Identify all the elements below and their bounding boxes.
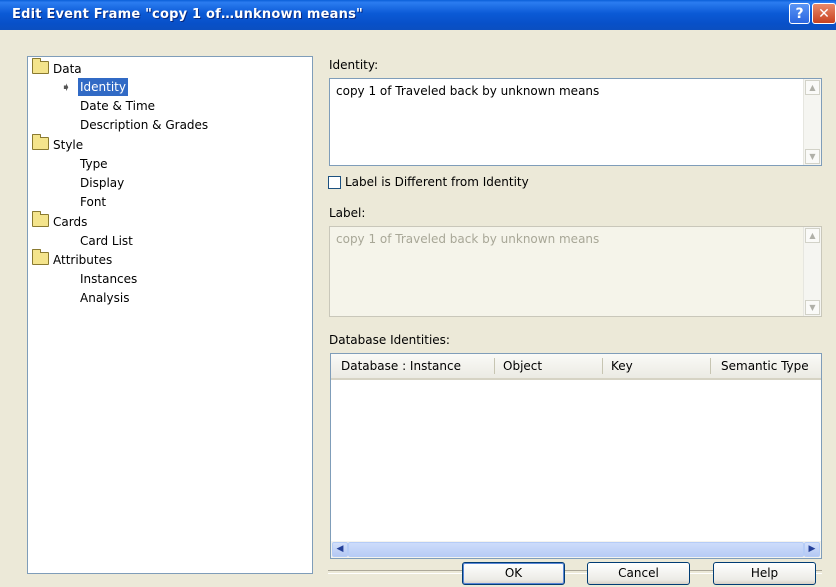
tree-item-instances[interactable]: Instances bbox=[80, 270, 137, 288]
scroll-left-icon[interactable]: ◀ bbox=[332, 542, 348, 557]
folder-icon bbox=[32, 134, 49, 150]
tree-item-display[interactable]: Display bbox=[80, 174, 124, 192]
close-button[interactable]: ✕ bbox=[812, 3, 836, 24]
identity-textarea[interactable]: copy 1 of Traveled back by unknown means… bbox=[329, 78, 822, 166]
scroll-up-icon[interactable]: ▲ bbox=[805, 80, 820, 95]
title-bar[interactable]: Edit Event Frame "copy 1 of…unknown mean… bbox=[0, 0, 836, 30]
tree-group-label: Cards bbox=[53, 215, 88, 229]
folder-icon bbox=[32, 58, 49, 74]
dialog-window: Edit Event Frame "copy 1 of…unknown mean… bbox=[0, 0, 836, 587]
folder-icon bbox=[32, 211, 49, 227]
scroll-thumb[interactable] bbox=[348, 542, 804, 557]
list-header: Database : Instance Object Key Semantic … bbox=[331, 354, 821, 380]
tree-group-data[interactable]: Data bbox=[32, 58, 82, 78]
tree-item-date-time[interactable]: Date & Time bbox=[80, 97, 155, 115]
column-header-object[interactable]: Object bbox=[495, 354, 600, 378]
tree-group-label: Attributes bbox=[53, 253, 113, 267]
database-identities-label: Database Identities: bbox=[329, 333, 450, 347]
help-button[interactable]: Help bbox=[713, 562, 816, 585]
ok-button[interactable]: OK bbox=[462, 562, 565, 585]
window-title: Edit Event Frame "copy 1 of…unknown mean… bbox=[12, 7, 363, 22]
vertical-scrollbar[interactable]: ▲ ▼ bbox=[803, 79, 821, 165]
tree-item-analysis[interactable]: Analysis bbox=[80, 289, 129, 307]
identity-value: copy 1 of Traveled back by unknown means bbox=[336, 84, 600, 98]
column-header-key[interactable]: Key bbox=[603, 354, 709, 378]
horizontal-scrollbar[interactable]: ◀ ▶ bbox=[331, 541, 821, 558]
cancel-button[interactable]: Cancel bbox=[587, 562, 690, 585]
tree-item-type[interactable]: Type bbox=[80, 155, 108, 173]
identity-label: Identity: bbox=[329, 58, 379, 72]
scroll-down-icon: ▼ bbox=[805, 300, 820, 315]
label-section-label: Label: bbox=[329, 206, 366, 220]
tree-item-description-grades[interactable]: Description & Grades bbox=[80, 116, 208, 134]
scroll-right-icon[interactable]: ▶ bbox=[804, 542, 820, 557]
tree-item-card-list[interactable]: Card List bbox=[80, 232, 133, 250]
column-header-database-instance[interactable]: Database : Instance bbox=[333, 354, 495, 378]
label-different-checkbox[interactable] bbox=[328, 176, 341, 189]
tree-group-style[interactable]: Style bbox=[32, 134, 84, 154]
help-title-button[interactable]: ? bbox=[789, 3, 810, 24]
tree-item-label: Identity bbox=[78, 78, 128, 96]
scroll-down-icon[interactable]: ▼ bbox=[805, 149, 820, 164]
scroll-up-icon: ▲ bbox=[805, 228, 820, 243]
database-identities-list[interactable]: Database : Instance Object Key Semantic … bbox=[330, 353, 822, 559]
tree-item-font[interactable]: Font bbox=[80, 193, 106, 211]
vertical-scrollbar: ▲ ▼ bbox=[803, 227, 821, 316]
column-header-semantic-type[interactable]: Semantic Type bbox=[713, 354, 823, 378]
folder-icon bbox=[32, 249, 49, 265]
tree-group-label: Style bbox=[53, 138, 84, 152]
arrow-right-icon: ➧ bbox=[61, 80, 72, 94]
tree-item-identity[interactable]: ➧ Identity bbox=[28, 78, 148, 96]
navigation-tree[interactable]: Data ➧ Identity Date & Time Description … bbox=[27, 56, 313, 574]
label-different-checkbox-label[interactable]: Label is Different from Identity bbox=[345, 175, 529, 189]
column-divider[interactable] bbox=[710, 358, 711, 374]
label-value: copy 1 of Traveled back by unknown means bbox=[336, 232, 600, 246]
tree-group-attributes[interactable]: Attributes bbox=[32, 249, 113, 269]
tree-group-label: Data bbox=[53, 62, 82, 76]
tree-group-cards[interactable]: Cards bbox=[32, 211, 88, 231]
label-textarea: copy 1 of Traveled back by unknown means… bbox=[329, 226, 822, 317]
